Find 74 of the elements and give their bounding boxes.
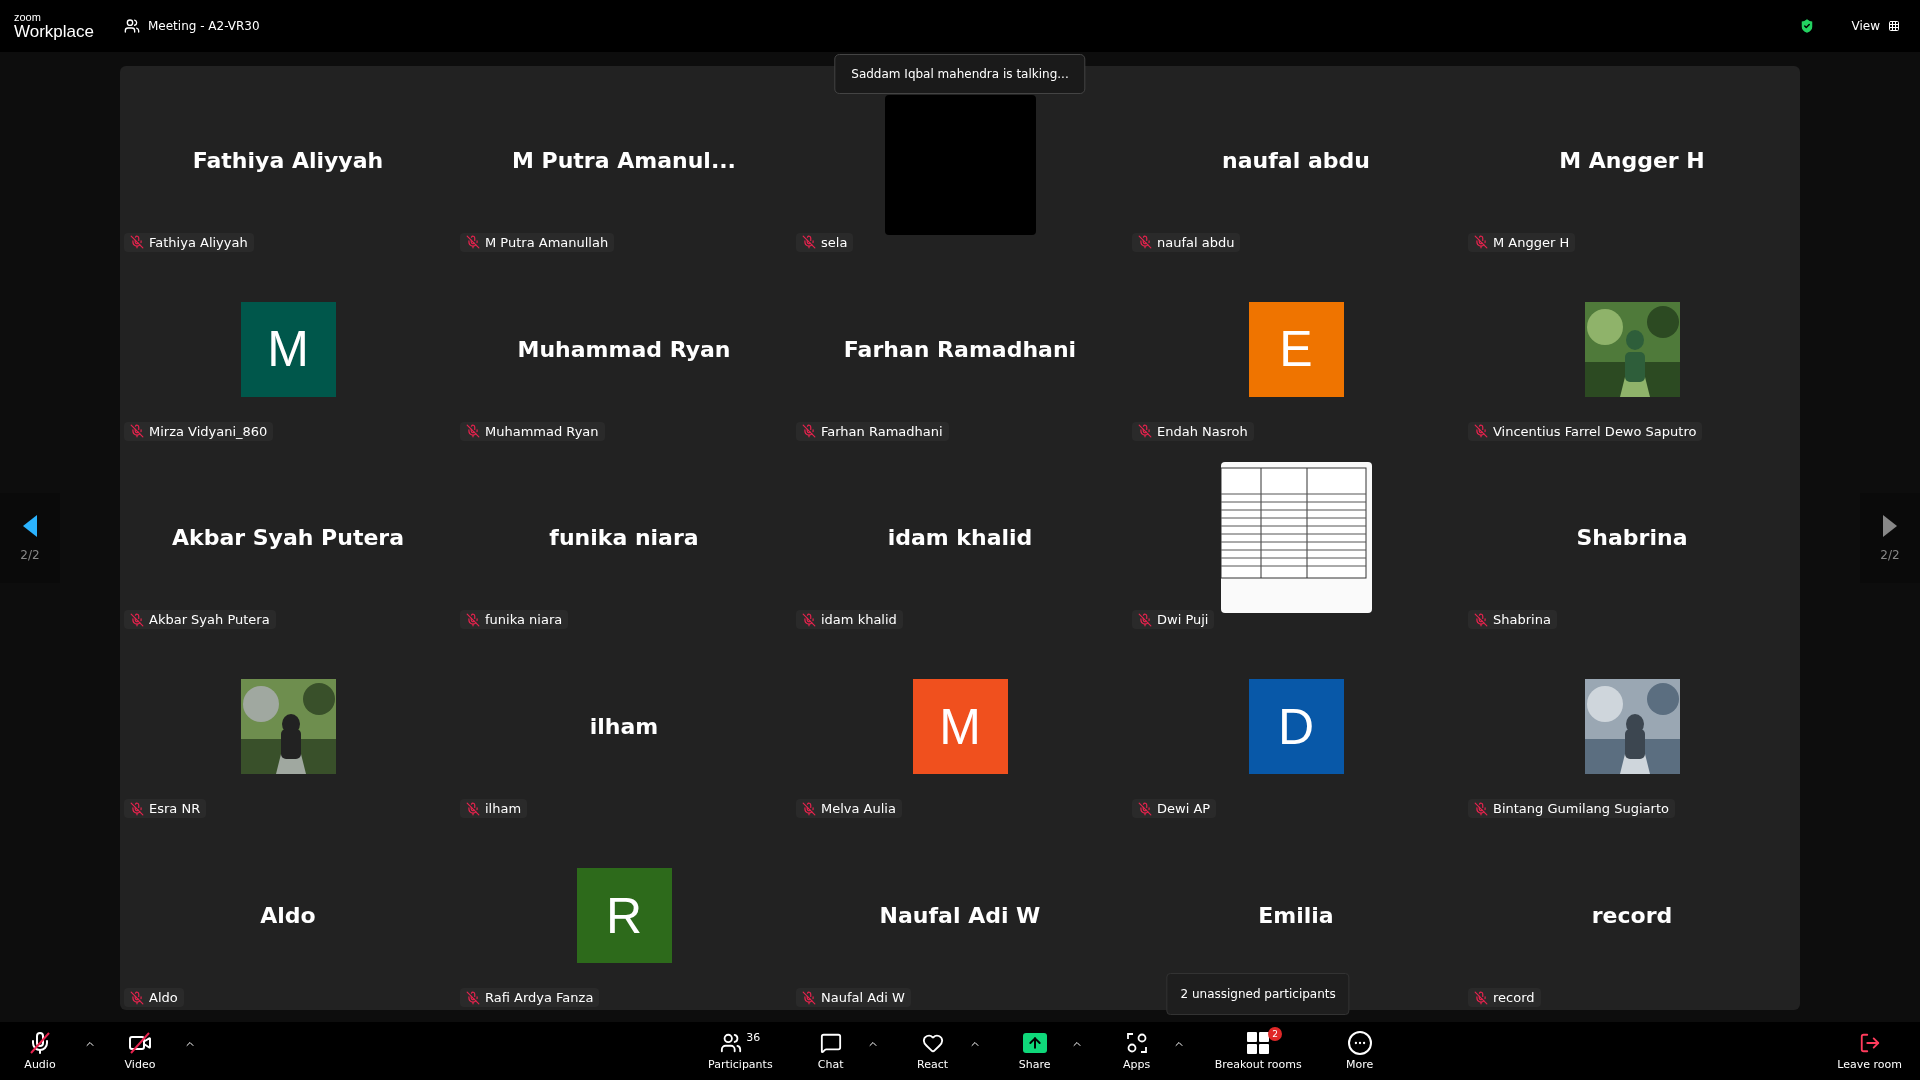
- audio-button[interactable]: Audio: [10, 1027, 70, 1075]
- participant-label: record: [1493, 990, 1535, 1005]
- participants-icon: [720, 1032, 743, 1054]
- participant-name: funika niara: [549, 525, 699, 551]
- participant-name: Emilia: [1258, 903, 1334, 929]
- video-button[interactable]: Video: [110, 1027, 170, 1075]
- react-button[interactable]: React: [900, 1027, 965, 1075]
- participant-label: Fathiya Aliyyah: [149, 234, 248, 250]
- participant-name: Muhammad Ryan: [517, 336, 731, 362]
- more-icon: [1347, 1031, 1372, 1055]
- more-button[interactable]: More: [1327, 1027, 1392, 1075]
- avatar: M: [240, 301, 336, 397]
- tooltip: 2 unassigned participants: [1166, 973, 1350, 1015]
- participant-name: Shabrina: [1576, 525, 1688, 551]
- participant-label: Muhammad Ryan: [485, 423, 599, 439]
- participant-name: idam khalid: [887, 525, 1033, 551]
- participant-name: Farhan Ramadhani: [843, 336, 1077, 362]
- breakout-button[interactable]: 2 Breakout rooms: [1206, 1027, 1310, 1075]
- participant-label: Rafi Ardya Fanza: [485, 990, 594, 1005]
- participant-label: Naufal Adi W: [821, 990, 905, 1005]
- participant-label: Bintang Gumilang Sugiarto: [1493, 801, 1669, 817]
- meeting-title: Meeting - A2-VR30: [148, 19, 260, 33]
- participant-label: idam khalid: [821, 612, 897, 628]
- participant-label: M Angger H: [1493, 234, 1570, 250]
- apps-icon: [1125, 1032, 1148, 1054]
- participant-label: Melva Aulia: [821, 801, 896, 817]
- participant-label: Vincentius Farrel Dewo Saputro: [1493, 423, 1697, 439]
- participant-label: Mirza Vidyani_860: [149, 423, 268, 439]
- participant-label: Shabrina: [1493, 612, 1551, 628]
- participant-label: sela: [821, 234, 848, 250]
- heart-icon: [921, 1032, 944, 1054]
- participant-name: Aldo: [260, 903, 316, 929]
- avatar: E: [1248, 301, 1344, 397]
- participants-button[interactable]: 36 Participants: [700, 1027, 781, 1075]
- breakout-rooms-icon: [1246, 1031, 1271, 1055]
- notification-badge: 2: [1268, 1027, 1283, 1041]
- participant-name: M Putra Amanul...: [512, 147, 736, 173]
- avatar: M: [912, 679, 1008, 775]
- avatar: D: [1248, 679, 1344, 775]
- participant-label: naufal abdu: [1157, 234, 1235, 250]
- view-button[interactable]: View: [1845, 15, 1906, 37]
- participant-label: ilham: [485, 801, 522, 817]
- right-arrow-icon: [1882, 514, 1898, 538]
- exit-icon: [1858, 1032, 1881, 1054]
- participant-label: Endah Nasroh: [1157, 423, 1248, 439]
- participant-name: Fathiya Aliyyah: [192, 147, 384, 173]
- share-button[interactable]: Share: [1002, 1027, 1067, 1075]
- participant-label: Dewi AP: [1157, 801, 1211, 817]
- chat-button[interactable]: Chat: [798, 1027, 863, 1075]
- participant-name: naufal abdu: [1222, 147, 1370, 173]
- participant-label: Esra NR: [149, 801, 201, 817]
- logo-text: Workplace: [14, 23, 94, 40]
- left-arrow-icon: [22, 514, 38, 538]
- participant-label: funika niara: [485, 612, 563, 628]
- meeting-icon: [124, 18, 140, 34]
- participant-label: Farhan Ramadhani: [821, 423, 943, 439]
- talking-notification: Saddam Iqbal mahendra is talking...: [834, 54, 1086, 94]
- participant-name: record: [1591, 903, 1673, 929]
- apps-button[interactable]: Apps: [1104, 1027, 1169, 1075]
- participant-label: Aldo: [149, 990, 178, 1005]
- participant-name: Naufal Adi W: [879, 903, 1041, 929]
- avatar: R: [576, 868, 672, 964]
- logo-text: zoom: [14, 12, 42, 23]
- participant-label: Dwi Puji: [1157, 612, 1209, 628]
- participant-name: ilham: [589, 714, 659, 740]
- chat-icon: [819, 1032, 842, 1054]
- participant-label: M Putra Amanullah: [485, 234, 609, 250]
- participant-count: 36: [746, 1031, 761, 1044]
- leave-room-button[interactable]: Leave room: [1829, 1027, 1910, 1075]
- share-icon: [1022, 1033, 1047, 1053]
- participant-label: Akbar Syah Putera: [149, 612, 270, 628]
- participant-name: M Angger H: [1559, 147, 1705, 173]
- grid-icon: [1888, 20, 1900, 32]
- participant-name: Akbar Syah Putera: [172, 525, 404, 551]
